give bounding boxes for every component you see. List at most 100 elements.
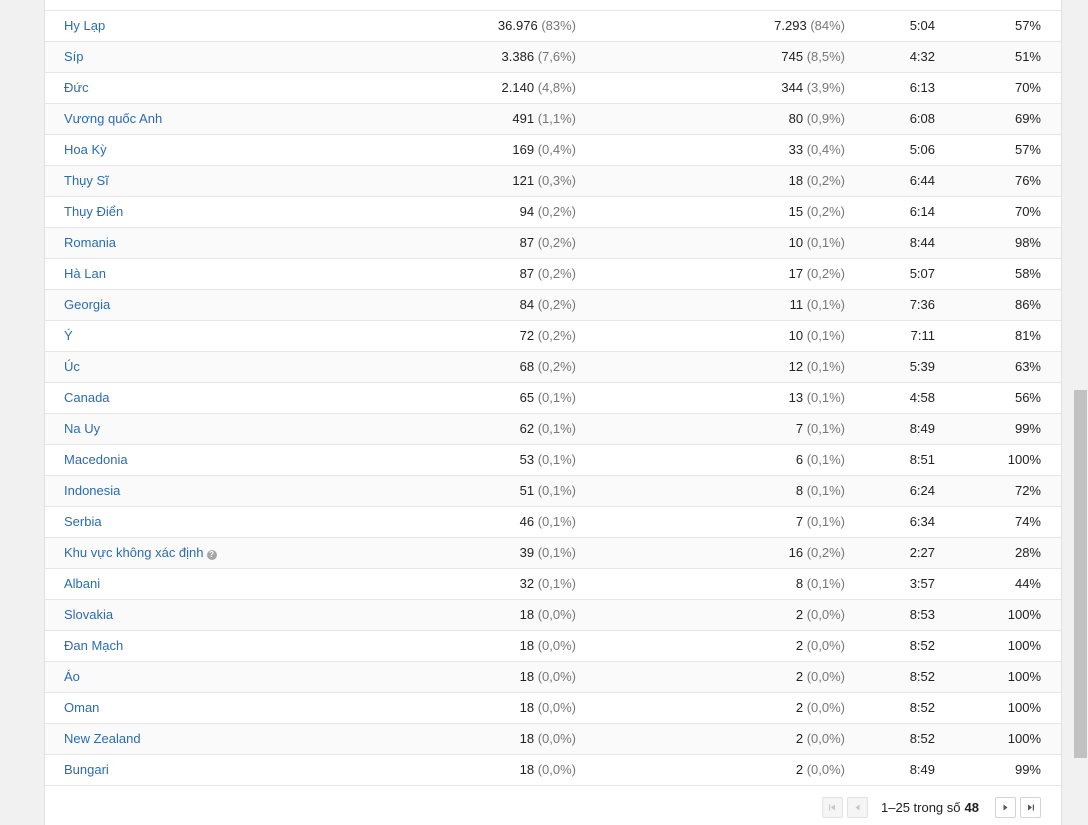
users-cell: 84 (0,2%)	[520, 290, 576, 320]
users-cell: 94 (0,2%)	[520, 197, 576, 227]
country-link[interactable]: Oman	[64, 700, 99, 715]
scrollbar-thumb[interactable]	[1074, 390, 1087, 758]
last-page-button[interactable]	[1020, 797, 1041, 818]
pagination-range: 1–25 trong số	[881, 800, 961, 815]
table-header-edge	[45, 0, 1061, 11]
users-value: 39	[519, 545, 535, 560]
new-users-cell: 745 (8,5%)	[781, 42, 845, 72]
table-row: Đức 2.140 (4,8%) 344 (3,9%) 6:13 70%	[45, 73, 1061, 104]
users-value: 18	[519, 607, 535, 622]
country-link[interactable]: Hoa Kỳ	[64, 142, 107, 157]
new-users-value: 2	[795, 669, 804, 684]
first-page-button[interactable]	[822, 797, 843, 818]
country-link[interactable]: Romania	[64, 235, 116, 250]
country-link[interactable]: Thụy Điển	[64, 204, 123, 219]
users-value: 46	[519, 514, 535, 529]
rate-cell: 44%	[1014, 576, 1041, 591]
users-value: 68	[519, 359, 535, 374]
country-link[interactable]: Georgia	[64, 297, 110, 312]
new-users-cell: 10 (0,1%)	[789, 228, 845, 258]
question-circle-icon[interactable]: ?	[206, 550, 217, 560]
new-users-percent: (0,0%)	[806, 669, 845, 684]
users-value: 65	[519, 390, 535, 405]
country-link[interactable]: Thụy Sĩ	[64, 173, 109, 188]
new-users-value: 2	[795, 762, 804, 777]
new-users-percent: (0,0%)	[806, 762, 845, 777]
session-duration-cell: 8:52	[909, 731, 935, 746]
table-row: Úc 68 (0,2%) 12 (0,1%) 5:39 63%	[45, 352, 1061, 383]
country-link[interactable]: Áo	[64, 669, 80, 684]
country-link[interactable]: New Zealand	[64, 731, 141, 746]
country-link[interactable]: Albani	[64, 576, 100, 591]
new-users-cell: 2 (0,0%)	[796, 600, 845, 630]
country-link[interactable]: Khu vực không xác định	[64, 545, 204, 560]
next-page-button[interactable]	[995, 797, 1016, 818]
table-row: Macedonia 53 (0,1%) 6 (0,1%) 8:51 100%	[45, 445, 1061, 476]
table-row: Hoa Kỳ 169 (0,4%) 33 (0,4%) 5:06 57%	[45, 135, 1061, 166]
country-cell: Serbia	[64, 507, 102, 537]
new-users-value: 13	[788, 390, 804, 405]
new-users-percent: (84%)	[810, 18, 845, 33]
country-link[interactable]: Ý	[64, 328, 73, 343]
users-value: 53	[519, 452, 535, 467]
new-users-percent: (0,1%)	[806, 452, 845, 467]
table-row: Hà Lan 87 (0,2%) 17 (0,2%) 5:07 58%	[45, 259, 1061, 290]
session-duration-cell: 2:27	[909, 545, 935, 560]
table-row: Slovakia 18 (0,0%) 2 (0,0%) 8:53 100%	[45, 600, 1061, 631]
rate-cell: 63%	[1014, 359, 1041, 374]
country-cell: Indonesia	[64, 476, 120, 506]
country-link[interactable]: Canada	[64, 390, 110, 405]
new-users-value: 2	[795, 700, 804, 715]
users-cell: 121 (0,3%)	[512, 166, 576, 196]
rate-cell: 99%	[1014, 762, 1041, 777]
new-users-percent: (0,2%)	[806, 204, 845, 219]
table-row: Khu vực không xác định? 39 (0,1%) 16 (0,2%…	[45, 538, 1061, 569]
users-percent: (0,0%)	[537, 762, 576, 777]
country-link[interactable]: Úc	[64, 359, 80, 374]
rate-cell: 57%	[1014, 18, 1041, 33]
new-users-percent: (3,9%)	[806, 80, 845, 95]
rate-cell: 70%	[1014, 204, 1041, 219]
session-duration-cell: 6:44	[909, 173, 935, 188]
first-page-icon	[829, 804, 835, 811]
new-users-cell: 33 (0,4%)	[789, 135, 845, 165]
country-link[interactable]: Bungari	[64, 762, 109, 777]
new-users-value: 33	[788, 142, 804, 157]
new-users-cell: 17 (0,2%)	[789, 259, 845, 289]
users-percent: (0,1%)	[537, 452, 576, 467]
new-users-percent: (0,1%)	[806, 328, 845, 343]
users-percent: (7,6%)	[537, 49, 576, 64]
country-link[interactable]: Đức	[64, 80, 89, 95]
country-link[interactable]: Vương quốc Anh	[64, 111, 162, 126]
pagination-total: 48	[964, 800, 979, 815]
country-link[interactable]: Slovakia	[64, 607, 113, 622]
users-percent: (0,2%)	[537, 235, 576, 250]
users-cell: 39 (0,1%)	[520, 538, 576, 568]
rate-cell: 81%	[1014, 328, 1041, 343]
new-users-cell: 80 (0,9%)	[789, 104, 845, 134]
users-percent: (0,0%)	[537, 607, 576, 622]
country-cell: Oman	[64, 693, 99, 723]
new-users-percent: (0,0%)	[806, 638, 845, 653]
session-duration-cell: 5:07	[909, 266, 935, 281]
new-users-value: 2	[795, 607, 804, 622]
users-cell: 72 (0,2%)	[520, 321, 576, 351]
vertical-scrollbar[interactable]	[1072, 0, 1088, 825]
new-users-value: 344	[781, 80, 804, 95]
country-link[interactable]: Hy Lạp	[64, 18, 105, 33]
country-link[interactable]: Serbia	[64, 514, 102, 529]
users-value: 87	[519, 266, 535, 281]
country-link[interactable]: Đan Mạch	[64, 638, 123, 653]
country-link[interactable]: Indonesia	[64, 483, 120, 498]
country-link[interactable]: Na Uy	[64, 421, 100, 436]
users-cell: 18 (0,0%)	[520, 631, 576, 661]
new-users-value: 10	[788, 235, 804, 250]
country-cell: Áo	[64, 662, 80, 692]
users-cell: 18 (0,0%)	[520, 693, 576, 723]
country-link[interactable]: Hà Lan	[64, 266, 106, 281]
country-link[interactable]: Síp	[64, 49, 84, 64]
prev-page-button[interactable]	[847, 797, 868, 818]
rate-cell: 100%	[1007, 731, 1041, 746]
country-link[interactable]: Macedonia	[64, 452, 128, 467]
new-users-cell: 16 (0,2%)	[789, 538, 845, 568]
